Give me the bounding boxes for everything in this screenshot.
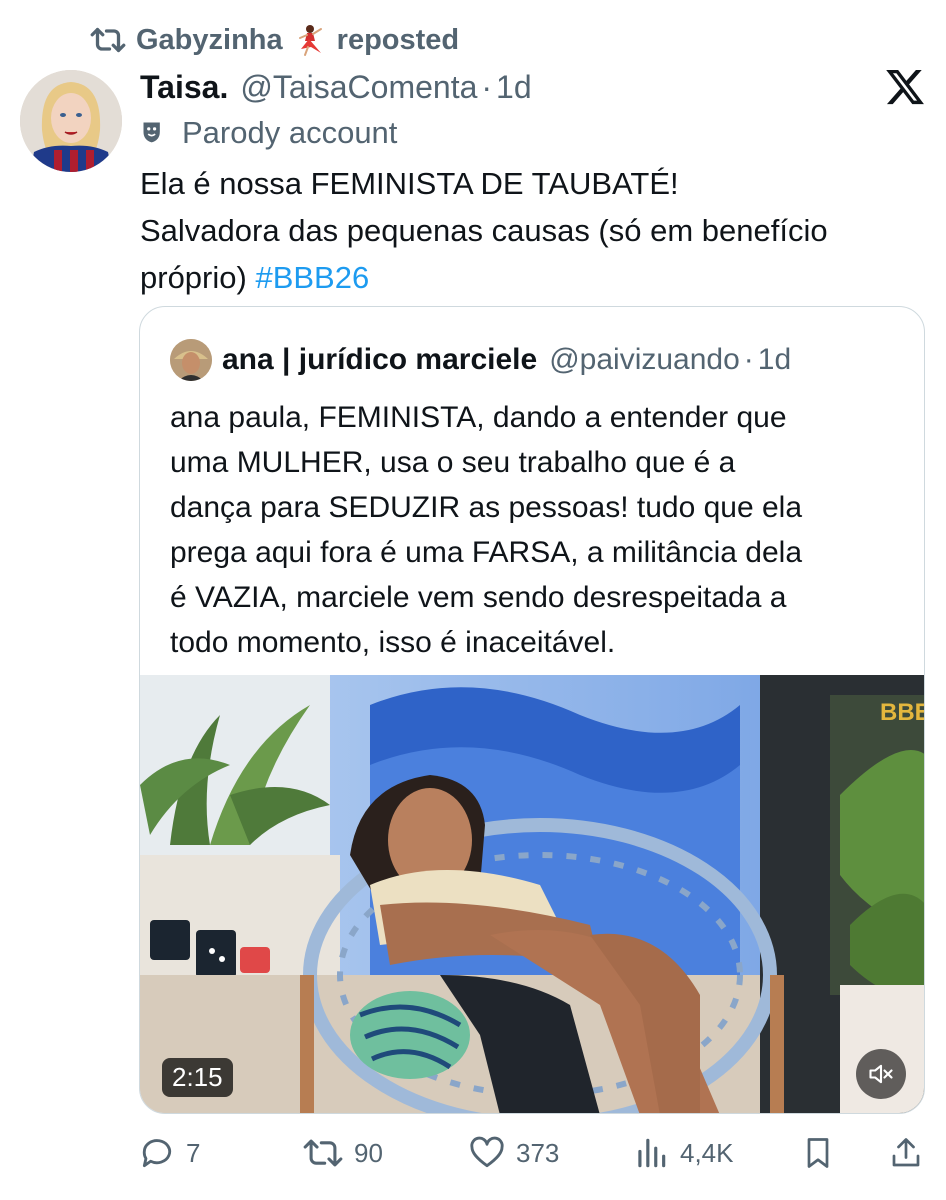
- video-player[interactable]: BBB 2:15: [140, 675, 925, 1113]
- bookmark-button[interactable]: [800, 1130, 836, 1176]
- dancer-emoji-icon: [298, 25, 322, 56]
- quote-text-line: dança para SEDUZIR as pessoas! tudo que …: [170, 491, 803, 524]
- quote-text-line: é VAZIA, marciele vem sendo desrespeitad…: [170, 581, 787, 614]
- header-separator: ·: [481, 68, 493, 105]
- bookmark-icon: [807, 1138, 829, 1168]
- quote-header: ana | jurídico marciele @paivizuando · 1…: [170, 337, 791, 383]
- bbb-watermark: BBB: [880, 699, 925, 726]
- quote-text-line: prega aqui fora é uma FARSA, a militânci…: [170, 536, 803, 569]
- video-duration: 2:15: [162, 1058, 233, 1097]
- quote-author-handle[interactable]: @paivizuando: [549, 343, 740, 377]
- views-count: 4,4K: [680, 1137, 734, 1168]
- quote-timestamp[interactable]: 1d: [758, 343, 791, 377]
- repost-icon: [303, 1139, 343, 1167]
- parody-text: Parody account: [182, 115, 398, 150]
- repost-label: reposted: [336, 23, 460, 56]
- share-button[interactable]: [888, 1130, 924, 1176]
- video-frame: BBB: [140, 675, 925, 1113]
- tweet-text-line: próprio): [140, 260, 247, 295]
- mute-button[interactable]: [856, 1049, 906, 1099]
- hashtag-link[interactable]: #BBB26: [255, 260, 369, 295]
- repost-button[interactable]: 90: [302, 1130, 383, 1176]
- quote-author-avatar[interactable]: [170, 339, 212, 381]
- reply-count: 7: [186, 1137, 201, 1168]
- quote-text: ana paula, FEMINISTA, dando a entender q…: [170, 395, 910, 665]
- quote-text-line: todo momento, isso é inaceitável.: [170, 626, 616, 659]
- author-name[interactable]: Taisa.: [140, 69, 228, 106]
- reply-button[interactable]: 7: [138, 1130, 200, 1176]
- author-avatar[interactable]: [20, 70, 122, 172]
- tweet-header: Taisa. @TaisaComenta · 1d: [140, 64, 532, 110]
- views-chart-icon: [638, 1138, 666, 1168]
- quoted-tweet-card[interactable]: ana | jurídico marciele @paivizuando · 1…: [139, 306, 925, 1114]
- repost-user[interactable]: Gabyzinha: [136, 24, 283, 57]
- parody-account-label: Parody account: [140, 112, 397, 154]
- repost-icon: [90, 27, 126, 53]
- quote-author-name[interactable]: ana | jurídico marciele: [222, 343, 537, 377]
- quote-text-line: ana paula, FEMINISTA, dando a entender q…: [170, 401, 787, 434]
- heart-icon: [470, 1136, 504, 1168]
- quote-header-separator: ·: [743, 343, 754, 376]
- repost-indicator: Gabyzinha reposted: [90, 20, 459, 60]
- reply-icon: [142, 1139, 172, 1168]
- tweet-timestamp[interactable]: 1d: [496, 69, 532, 106]
- like-button[interactable]: 373: [468, 1130, 559, 1176]
- x-logo-icon: [886, 69, 924, 105]
- tweet-action-bar: 7 90 373 4,4K: [138, 1130, 928, 1176]
- views-button[interactable]: 4,4K: [632, 1130, 734, 1176]
- quote-text-line: uma MULHER, usa o seu trabalho que é a: [170, 446, 736, 479]
- like-count: 373: [516, 1137, 560, 1168]
- theater-masks-icon: [143, 122, 160, 143]
- share-icon: [892, 1138, 920, 1167]
- tweet-text: Ela é nossa FEMINISTA DE TAUBATÉ! Salvad…: [140, 160, 930, 301]
- repost-count: 90: [354, 1137, 383, 1168]
- author-handle[interactable]: @TaisaComenta: [240, 69, 477, 106]
- tweet-text-line: Salvadora das pequenas causas (só em ben…: [140, 213, 828, 248]
- speaker-muted-icon: [869, 1064, 893, 1084]
- tweet-text-line: Ela é nossa FEMINISTA DE TAUBATÉ!: [140, 166, 679, 201]
